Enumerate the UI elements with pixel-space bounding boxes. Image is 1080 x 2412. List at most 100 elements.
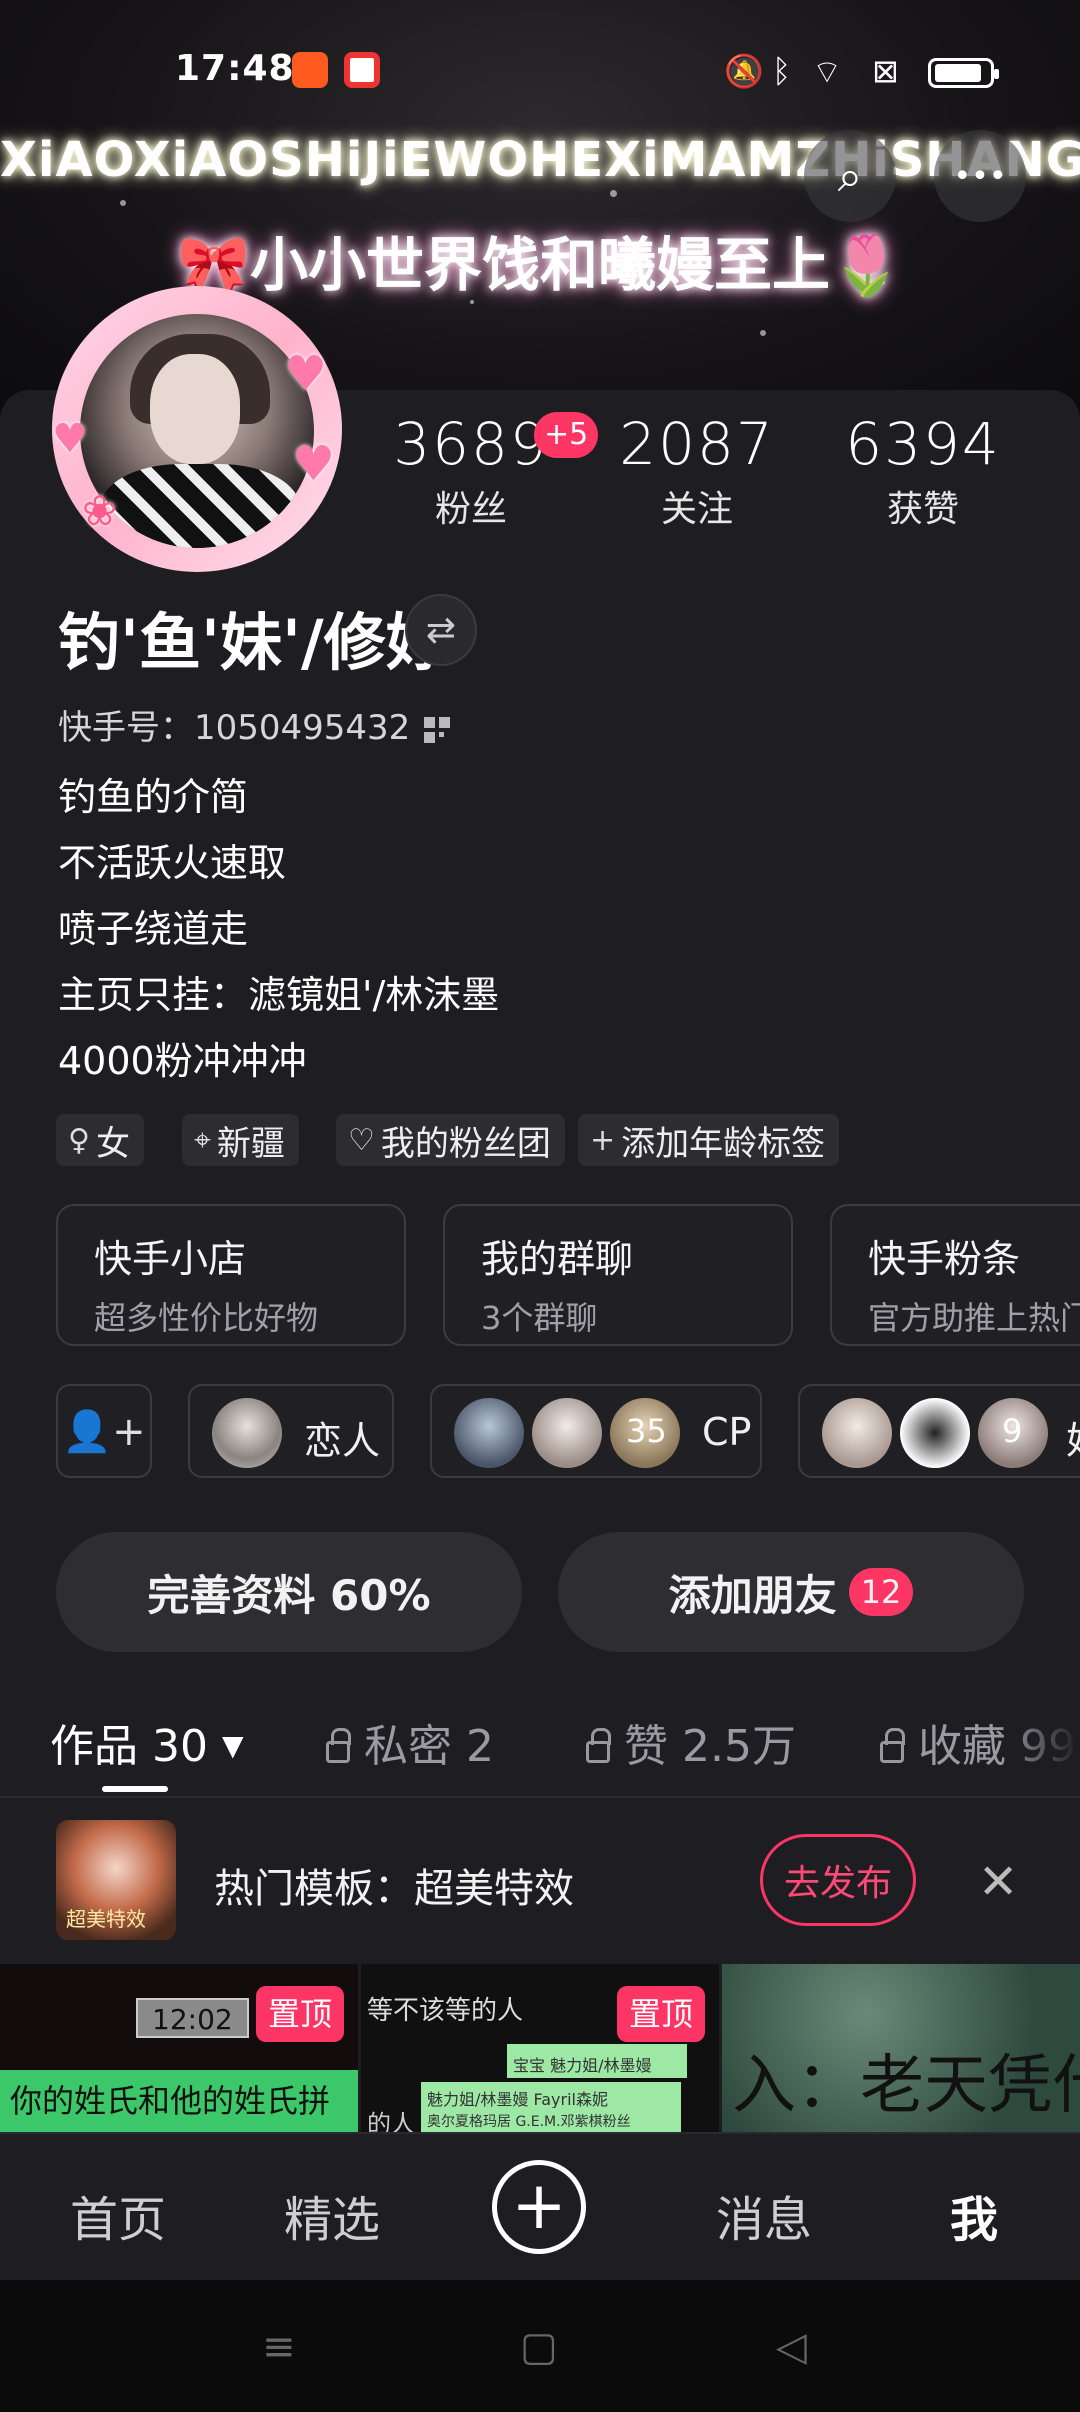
add-friends-count-badge: 12 <box>848 1568 914 1616</box>
stat-likes[interactable]: 6394 获赞 <box>838 410 1008 532</box>
add-friends-button[interactable]: 添加朋友 12 <box>558 1532 1024 1652</box>
avatar <box>532 1398 602 1468</box>
add-person-icon: 👤+ <box>62 1408 146 1455</box>
tag-add-age[interactable]: + 添加年龄标签 <box>578 1114 840 1166</box>
close-icon[interactable]: ✕ <box>978 1854 1018 1910</box>
card-title: 我的群聊 <box>481 1237 634 1281</box>
stat-likes-value: 6394 <box>845 410 1001 478</box>
heart-decoration-icon: ♥ <box>284 346 328 402</box>
chat-bubble: 魅力姐/林墨嫚 Fayril森妮 <box>421 2082 681 2108</box>
chat-footer: 的人 <box>367 2110 415 2132</box>
video-caption: 你的姓氏和他的姓氏拼 <box>0 2070 358 2132</box>
avatar <box>212 1398 282 1468</box>
more-icon: ••• <box>953 158 1007 194</box>
complete-profile-label: 完善资料 60% <box>147 1570 431 1620</box>
banner-text-latin: XiAOXiAOSHiJiEWOHEXiMAMZHiSHANG <box>0 132 1080 188</box>
nav-messages[interactable]: 消息 <box>716 2180 812 2250</box>
nav-me[interactable]: 我 <box>950 2180 998 2250</box>
add-relation-button[interactable]: 👤+ <box>56 1384 152 1478</box>
stat-fans[interactable]: 3689 粉丝 <box>386 410 556 532</box>
relation-cp-label: CP <box>702 1410 752 1454</box>
bio-line: 不活跃火速取 <box>58 841 287 885</box>
swap-icon: ⇄ <box>425 609 457 651</box>
bio-line: 喷子绕道走 <box>58 907 249 951</box>
publish-button[interactable]: 去发布 <box>760 1834 916 1926</box>
system-nav-bar: ≡ ▢ ◁ <box>0 2280 1080 2412</box>
tab-private-label: 私密 2 <box>364 1721 494 1772</box>
mute-icon: 🔕 <box>724 52 764 90</box>
relation-lover[interactable]: 恋人 <box>188 1384 394 1478</box>
nav-home[interactable]: 首页 <box>70 2180 166 2250</box>
bluetooth-icon: ᛒ <box>772 52 792 90</box>
complete-profile-button[interactable]: 完善资料 60% <box>56 1532 522 1652</box>
status-time: 17:48 <box>175 48 295 89</box>
video-thumbnail[interactable]: 等不该等的人 置顶 宝宝 魅力姐/林墨嫚 魅力姐/林墨嫚 Fayril森妮 奥尔… <box>361 1964 719 2132</box>
search-button[interactable]: ⌕ <box>804 130 896 222</box>
avatar: 35 <box>610 1398 680 1468</box>
card-subtitle: 官方助推上热门 <box>868 1299 1080 1337</box>
stat-fans-label: 粉丝 <box>434 489 507 530</box>
video-thumbnail[interactable]: 入：老天凭什 <box>722 1964 1080 2132</box>
card-subtitle: 3个群聊 <box>481 1299 598 1337</box>
card-promotion[interactable]: 快手粉条 官方助推上热门 <box>830 1204 1080 1346</box>
heart-outline-icon: ♡ <box>348 1122 375 1158</box>
tab-private[interactable]: 私密 2 <box>326 1710 494 1774</box>
active-tab-indicator <box>102 1786 168 1792</box>
promo-thumbnail[interactable]: 超美特效 <box>56 1820 176 1940</box>
divider <box>0 1796 1080 1798</box>
kuaishou-id[interactable]: 快手号：1050495432 <box>58 700 451 749</box>
tab-works[interactable]: 作品 30 ▼ <box>50 1710 244 1774</box>
video-thumbnail[interactable]: 12:02 置顶 你的姓氏和他的姓氏拼 <box>0 1964 358 2132</box>
avatar <box>454 1398 524 1468</box>
tag-fan-club[interactable]: ♡ 我的粉丝团 <box>336 1114 565 1166</box>
avatar <box>822 1398 892 1468</box>
plus-icon: + <box>590 1122 616 1158</box>
stat-fans-value: 3689 <box>393 410 549 478</box>
card-group-chats[interactable]: 我的群聊 3个群聊 <box>443 1204 793 1346</box>
new-fans-badge: +5 <box>534 412 599 458</box>
tag-location[interactable]: ⌖ 新疆 <box>182 1114 299 1166</box>
video-time: 12:02 <box>136 1998 249 2038</box>
wifi-icon: ⌔ <box>812 53 843 91</box>
tab-liked[interactable]: 赞 2.5万 <box>586 1710 796 1774</box>
bio-line: 钓鱼的介简 <box>58 775 249 819</box>
card-kuaishou-shop[interactable]: 快手小店 超多性价比好物 <box>56 1204 406 1346</box>
add-friends-label: 添加朋友 <box>668 1570 837 1620</box>
relation-group[interactable]: 9 妇 <box>798 1384 1080 1478</box>
promo-text: 热门模板：超美特效 <box>214 1866 574 1912</box>
lock-icon <box>880 1728 905 1763</box>
lock-icon <box>326 1728 351 1763</box>
pinned-badge: 置顶 <box>256 1986 345 2042</box>
status-bar: 17:48 🔕 ᛒ ⌔ ⊠ <box>0 0 1080 140</box>
home-icon[interactable]: ▢ <box>520 2324 558 2370</box>
nav-featured[interactable]: 精选 <box>284 2180 380 2250</box>
cp-count: 35 <box>626 1412 667 1450</box>
group-count: 9 <box>1002 1412 1023 1450</box>
switch-account-button[interactable]: ⇄ <box>405 594 477 666</box>
more-button[interactable]: ••• <box>934 130 1026 222</box>
relation-cp[interactable]: 35 CP <box>430 1384 762 1478</box>
tag-gender[interactable]: ♀ 女 <box>56 1114 144 1166</box>
bottom-nav: 首页 精选 + 消息 我 <box>0 2132 1080 2280</box>
heart-decoration-icon: ♥ <box>52 416 88 462</box>
qr-code-icon[interactable] <box>424 717 451 743</box>
card-title: 快手粉条 <box>868 1237 1021 1281</box>
search-icon: ⌕ <box>837 150 863 202</box>
tab-favorites[interactable]: 收藏 99 <box>880 1710 1080 1774</box>
stat-following[interactable]: 2087 关注 <box>612 410 782 532</box>
battery-icon <box>928 58 999 88</box>
bio-line: 4000粉冲冲冲 <box>58 1039 307 1083</box>
chat-bubble: 宝宝 魅力姐/林墨嫚 <box>507 2044 687 2078</box>
tag-location-label: 新疆 <box>216 1123 285 1164</box>
rose-decoration-icon: ❀ <box>82 486 118 535</box>
tab-favorites-label: 收藏 99 <box>918 1721 1076 1772</box>
create-button[interactable]: + <box>492 2160 586 2254</box>
location-pin-icon: ⌖ <box>194 1122 211 1158</box>
chat-header: 等不该等的人 <box>367 1996 524 2026</box>
menu-icon[interactable]: ≡ <box>262 2324 296 2370</box>
back-icon[interactable]: ◁ <box>776 2324 807 2370</box>
relation-group-label: 妇 <box>1066 1410 1080 1465</box>
avatar <box>900 1398 970 1468</box>
avatar[interactable]: ♥ ♥ ♥ ❀ <box>52 286 362 572</box>
female-icon: ♀ <box>68 1122 90 1158</box>
